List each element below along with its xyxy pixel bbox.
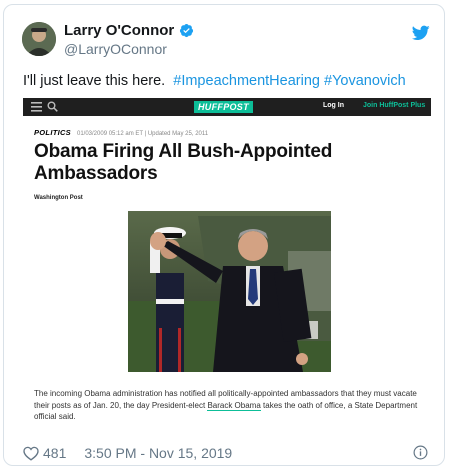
huffpost-logo: HUFFPOST [194, 101, 253, 113]
article-headline: Obama Firing All Bush-Appointed Ambassad… [34, 141, 333, 184]
join-link: Join HuffPost Plus [363, 102, 426, 109]
hashtag-impeachmenthearing[interactable]: #ImpeachmentHearing [173, 73, 320, 89]
barack-obama-link: Barack Obama [207, 400, 261, 411]
section-label: POLITICS [34, 128, 71, 137]
login-link: Log In [323, 102, 344, 109]
huffpost-navbar: HUFFPOST Log In Join HuffPost Plus [23, 98, 431, 116]
tweet-timestamp[interactable]: 3:50 PM - Nov 15, 2019 [84, 445, 232, 461]
twitter-bird-icon[interactable] [412, 25, 430, 41]
heart-icon[interactable] [23, 446, 39, 461]
article-meta: POLITICS 01/03/2009 05:12 am ET | Updated… [34, 128, 208, 137]
attached-screenshot[interactable]: HUFFPOST Log In Join HuffPost Plus POLIT… [23, 98, 431, 419]
author-row: Larry O'Connor [64, 22, 194, 39]
tweet-text-plain: I'll just leave this here. [23, 73, 166, 89]
author-handle[interactable]: @LarryOConnor [64, 41, 167, 57]
article-source: Washington Post [34, 195, 83, 201]
article-dates: 01/03/2009 05:12 am ET | Updated May 25,… [77, 131, 209, 137]
article-photo [128, 211, 331, 372]
tweet-card: Larry O'Connor @LarryOConnor I'll just l… [3, 4, 445, 466]
info-icon[interactable] [413, 445, 428, 460]
verified-badge-icon [180, 23, 194, 38]
like-count[interactable]: 481 [43, 445, 66, 461]
tweet-text: I'll just leave this here. #ImpeachmentH… [23, 73, 406, 89]
tweet-footer: 481 3:50 PM - Nov 15, 2019 [23, 445, 232, 461]
menu-icon [31, 102, 42, 112]
author-name[interactable]: Larry O'Connor [64, 22, 174, 39]
hashtag-yovanovich[interactable]: #Yovanovich [324, 73, 406, 89]
article-body: The incoming Obama administration has no… [34, 388, 426, 419]
search-icon [47, 101, 58, 112]
avatar[interactable] [22, 22, 56, 56]
